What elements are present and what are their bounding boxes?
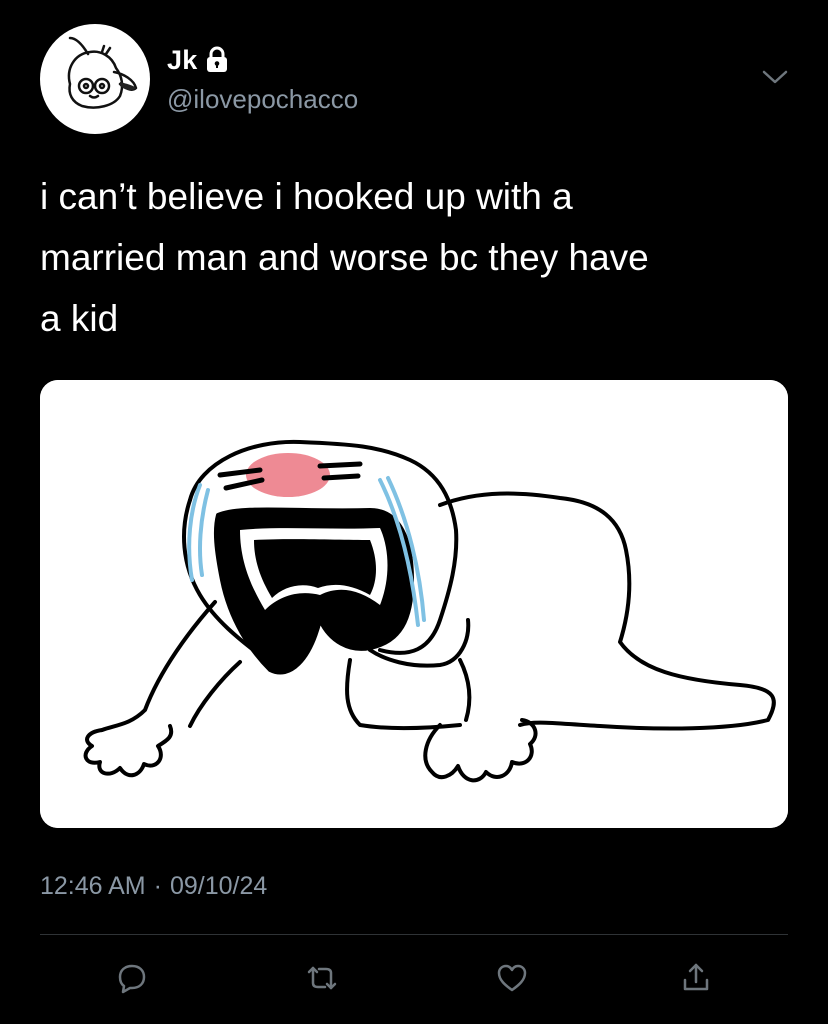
tweet-timestamp[interactable]: 12:46 AM · 09/10/24 xyxy=(40,872,267,901)
chevron-down-icon[interactable] xyxy=(760,66,790,88)
avatar[interactable] xyxy=(40,24,150,134)
share-icon xyxy=(683,963,709,991)
retweet-icon xyxy=(307,966,337,990)
divider xyxy=(40,934,788,935)
tweet-card: Jk @ilovepochacco i can’t believe i hook… xyxy=(0,0,828,1024)
user-name-row[interactable]: Jk xyxy=(167,42,229,78)
heart-icon xyxy=(497,964,527,992)
pochacco-avatar-icon xyxy=(67,36,138,109)
like-button[interactable] xyxy=(492,958,532,998)
reply-button[interactable] xyxy=(112,958,152,998)
tweet-time: 12:46 AM xyxy=(40,872,146,900)
tweet-media[interactable] xyxy=(40,380,788,828)
reply-icon xyxy=(118,964,146,994)
tweet-date: 09/10/24 xyxy=(169,872,268,900)
tweet-text: i can’t believe i hooked up with a marri… xyxy=(40,176,649,339)
meta-separator: · xyxy=(153,872,162,900)
lock-icon xyxy=(205,46,229,74)
display-name[interactable]: Jk xyxy=(167,45,197,76)
crying-cartoon-meme-image xyxy=(40,380,788,828)
share-button[interactable] xyxy=(676,958,716,998)
retweet-button[interactable] xyxy=(302,958,342,998)
user-handle[interactable]: @ilovepochacco xyxy=(167,84,358,115)
